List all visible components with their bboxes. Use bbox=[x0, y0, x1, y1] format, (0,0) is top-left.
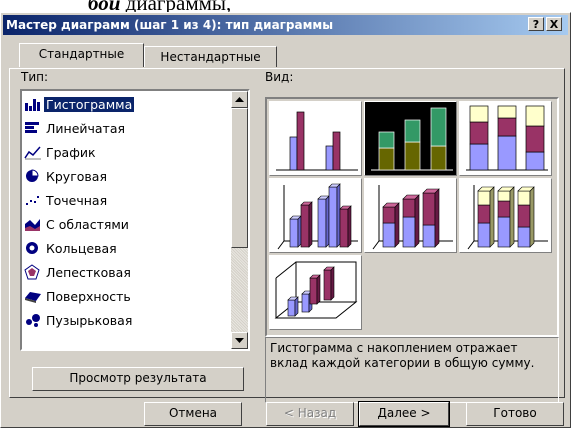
next-button[interactable]: Далее > bbox=[358, 401, 450, 427]
scroll-thumb[interactable] bbox=[231, 108, 248, 248]
finish-button[interactable]: Готово bbox=[466, 402, 564, 426]
bar-icon bbox=[25, 122, 39, 133]
arrow-down-icon bbox=[235, 338, 244, 343]
preview-result-button[interactable]: Просмотр результата bbox=[32, 367, 244, 391]
tab-custom[interactable]: Нестандартные bbox=[144, 46, 277, 67]
bubble-icon bbox=[26, 314, 40, 327]
window-title: Мастер диаграмм (шаг 1 из 4): тип диагра… bbox=[6, 18, 334, 32]
subtype-3d-column[interactable] bbox=[269, 255, 362, 330]
subtype-3d-stacked-column[interactable] bbox=[364, 178, 457, 253]
title-bar: Мастер диаграмм (шаг 1 из 4): тип диагра… bbox=[3, 15, 568, 35]
histogram-icon bbox=[25, 99, 40, 111]
clustered-column-preview bbox=[276, 111, 358, 171]
list-item-line[interactable]: График bbox=[24, 141, 230, 163]
list-item-bar[interactable]: Линейчатая bbox=[24, 117, 230, 139]
back-button[interactable]: < Назад bbox=[266, 402, 354, 426]
scroll-up-button[interactable] bbox=[231, 91, 248, 108]
scatter-icon bbox=[26, 196, 39, 205]
3d-percent-stacked-column-preview bbox=[467, 185, 548, 250]
cancel-button[interactable]: Отмена bbox=[144, 402, 242, 426]
list-item-pie[interactable]: Круговая bbox=[24, 165, 230, 187]
list-item-area[interactable]: С областями bbox=[24, 213, 230, 235]
scroll-down-button[interactable] bbox=[231, 332, 248, 349]
line-chart-icon bbox=[24, 146, 41, 160]
subtype-description: Гистограмма с накоплением отражает вклад… bbox=[265, 337, 559, 403]
subtype-3d-clustered-column[interactable] bbox=[269, 178, 362, 253]
subtype-clustered-column[interactable] bbox=[269, 101, 362, 176]
3d-column-preview bbox=[274, 261, 358, 319]
list-item-scatter[interactable]: Точечная bbox=[24, 189, 230, 211]
list-item-radar[interactable]: Лепестковая bbox=[24, 261, 230, 283]
3d-clustered-column-preview bbox=[277, 183, 358, 250]
3d-stacked-column-preview bbox=[372, 185, 453, 250]
arrow-up-icon bbox=[235, 97, 244, 102]
list-scrollbar[interactable] bbox=[231, 91, 248, 349]
pie-chart-icon bbox=[26, 169, 39, 182]
subtype-3d-100-stacked-column[interactable] bbox=[459, 178, 552, 253]
percent-stacked-column-preview bbox=[466, 105, 548, 171]
stacked-column-preview bbox=[371, 107, 453, 171]
chart-wizard-dialog: Мастер диаграмм (шаг 1 из 4): тип диагра… bbox=[0, 12, 571, 428]
subtype-stacked-column[interactable] bbox=[364, 101, 457, 176]
list-item-doughnut[interactable]: Кольцевая bbox=[24, 237, 230, 259]
subtype-gallery bbox=[265, 97, 559, 337]
area-chart-icon bbox=[25, 219, 40, 231]
surface-icon bbox=[25, 292, 41, 303]
chart-type-list[interactable]: Гистограмма Линейчатая График Круговая Т… bbox=[20, 89, 250, 351]
doughnut-icon bbox=[26, 242, 38, 254]
tab-standard[interactable]: Стандартные bbox=[19, 43, 144, 67]
close-button[interactable]: X bbox=[546, 17, 562, 31]
help-button[interactable]: ? bbox=[528, 17, 544, 31]
subtype-100-stacked-column[interactable] bbox=[459, 101, 552, 176]
list-item-surface[interactable]: Поверхность bbox=[24, 285, 230, 307]
radar-icon bbox=[24, 264, 40, 280]
list-item-histogram[interactable]: Гистограмма bbox=[24, 93, 230, 115]
type-label: Тип: bbox=[21, 70, 49, 84]
view-label: Вид: bbox=[265, 70, 294, 84]
list-item-bubble[interactable]: Пузырьковая bbox=[24, 309, 230, 331]
